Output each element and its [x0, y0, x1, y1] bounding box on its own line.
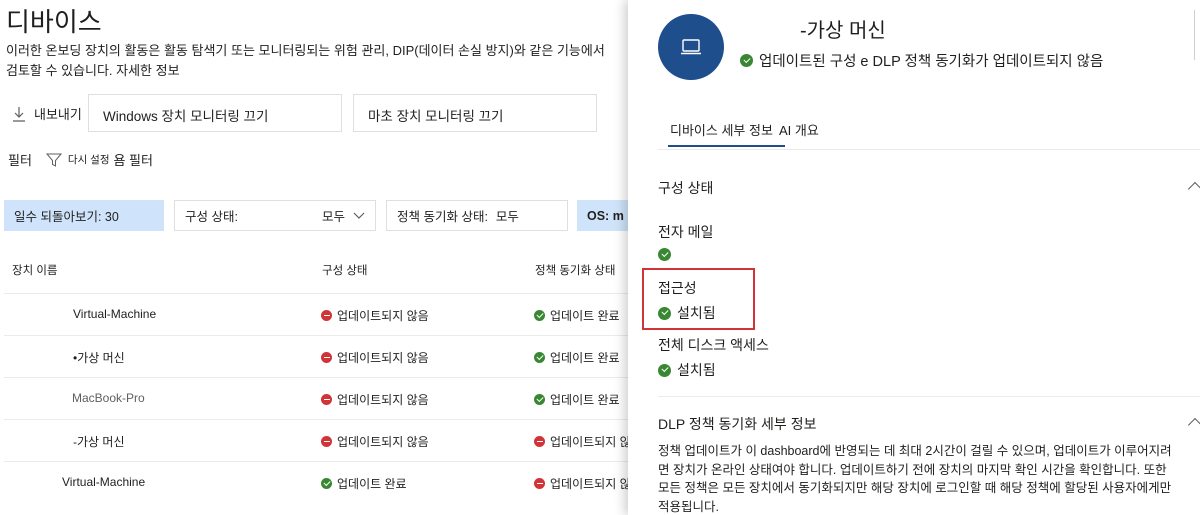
config-filter-label: 구성 상태:	[185, 210, 238, 224]
accessibility-label: 접근성	[658, 280, 697, 296]
success-icon	[321, 478, 332, 489]
device-name: MacBook-Pro	[72, 391, 145, 405]
accessibility-status: 설치됨	[658, 303, 716, 323]
all-filters-button[interactable]: 욤 필터	[113, 150, 153, 169]
command-bar: 내보내기 Windows 장치 모니터링 끄기 마초 장치 모니터링 끄기	[0, 92, 630, 134]
config-filter-value: 모두	[321, 210, 345, 224]
table-row[interactable]: -가상 머신 업데이트되지 않음 업데이트되지 않음	[4, 419, 642, 461]
panel-tabs: 디바이스 세부 정보 AI 개요	[658, 116, 1200, 150]
page-title: 디바이스	[6, 7, 102, 37]
device-name: -가상 머신	[73, 435, 125, 449]
panel-status-text: 업데이트된 구성 e DLP 정책 동기화가 업데이트되지 않음	[759, 54, 1104, 70]
disk-access-status: 설치됨	[658, 360, 716, 380]
column-header-config[interactable]: 구성 상태	[322, 262, 368, 278]
panel-scrollbar[interactable]	[1194, 10, 1200, 60]
dlp-sync-section-header[interactable]: DLP 정책 동기화 세부 정보	[658, 414, 1200, 434]
policy-sync-filter[interactable]: 정책 동기화 상태: 모두	[386, 200, 568, 231]
policy-status-cell: 업데이트 완료	[534, 391, 620, 408]
success-icon	[534, 352, 545, 363]
lookback-days-filter[interactable]: 일수 되돌아보기: 30	[4, 200, 164, 231]
success-icon	[534, 310, 545, 321]
reset-filters-button[interactable]: 다시 설정	[45, 152, 110, 168]
config-status-cell: 업데이트되지 않음	[321, 433, 429, 450]
policy-filter-value: 모두	[495, 210, 519, 224]
table-row[interactable]: Virtual-Machine 업데이트되지 않음 업데이트 완료	[4, 293, 630, 335]
disk-access-value: 설치됨	[677, 362, 716, 378]
filter-icon	[45, 153, 62, 167]
config-status-cell: 업데이트되지 않음	[321, 307, 429, 324]
email-label: 전자 메일	[658, 224, 714, 240]
config-status-text: 업데이트 완료	[337, 477, 407, 491]
accessibility-value: 설치됨	[677, 305, 716, 321]
windows-monitoring-off-button[interactable]: Windows 장치 모니터링 끄기	[88, 94, 342, 132]
config-status-cell: 업데이트 완료	[321, 475, 407, 492]
chevron-down-icon	[353, 212, 365, 219]
table-row[interactable]: MacBook-Pro 업데이트되지 않음 업데이트 완료	[4, 377, 630, 419]
mac-monitoring-off-button[interactable]: 마초 장치 모니터링 끄기	[353, 94, 597, 132]
device-name: •가상 머신	[73, 351, 125, 365]
page-description: 이러한 온보딩 장치의 활동은 활동 탐색기 또는 모니터링되는 위험 관리, …	[6, 41, 606, 81]
policy-status-text: 업데이트 완료	[550, 393, 620, 407]
panel-status: 업데이트된 구성 e DLP 정책 동기화가 업데이트되지 않음	[740, 50, 1103, 71]
config-section-title: 구성 상태	[658, 180, 714, 196]
config-status-text: 업데이트되지 않음	[337, 309, 429, 323]
policy-status-cell: 업데이트되지 않음	[534, 433, 642, 450]
disk-access-label: 전체 디스크 액세스	[658, 337, 769, 353]
config-status-cell: 업데이트되지 않음	[321, 391, 429, 408]
policy-filter-label: 정책 동기화 상태:	[397, 210, 488, 224]
device-avatar	[658, 14, 724, 80]
reset-label: 다시 설정	[67, 154, 110, 166]
export-button[interactable]: 내보내기	[12, 104, 82, 123]
policy-status-cell: 업데이트 완료	[534, 307, 620, 324]
email-status	[658, 248, 671, 261]
column-header-policy[interactable]: 정책 동기화 상태	[535, 262, 615, 278]
panel-title: -가상 머신	[800, 20, 886, 42]
success-icon	[658, 363, 671, 377]
tab-ai-overview[interactable]: AI 개요	[779, 120, 819, 139]
success-icon	[658, 306, 671, 320]
learn-more-link[interactable]: 자세한 정보	[116, 63, 179, 78]
policy-status-cell: 업데이트 완료	[534, 349, 620, 366]
config-status-text: 업데이트되지 않음	[337, 351, 429, 365]
success-icon	[658, 248, 671, 261]
chevron-up-icon	[1187, 181, 1200, 197]
error-icon	[321, 394, 332, 405]
tab-device-details[interactable]: 디바이스 세부 정보	[668, 120, 785, 147]
table-row[interactable]: Virtual-Machine 업데이트 완료 업데이트되지 않음	[4, 461, 642, 503]
filter-label: 필터	[8, 153, 32, 168]
error-icon	[321, 310, 332, 321]
config-status-text: 업데이트되지 않음	[337, 393, 429, 407]
device-name: Virtual-Machine	[62, 475, 146, 489]
policy-status-text: 업데이트 완료	[550, 351, 620, 365]
policy-status-cell: 업데이트되지 않음	[534, 475, 642, 492]
error-icon	[321, 436, 332, 447]
section-divider	[658, 396, 1200, 397]
dlp-section-title: DLP 정책 동기화 세부 정보	[658, 416, 817, 432]
success-icon	[740, 54, 753, 67]
config-status-cell: 업데이트되지 않음	[321, 349, 429, 366]
export-label: 내보내기	[34, 107, 82, 122]
error-icon	[534, 478, 545, 489]
laptop-icon	[681, 39, 701, 55]
download-icon	[13, 106, 25, 122]
device-name: Virtual-Machine	[73, 307, 157, 321]
page-description-text: 이러한 온보딩 장치의 활동은 활동 탐색기 또는 모니터링되는 위험 관리, …	[6, 43, 605, 78]
success-icon	[534, 394, 545, 405]
config-status-filter[interactable]: 구성 상태: 모두	[174, 200, 376, 231]
column-header-name[interactable]: 장치 이름	[12, 262, 58, 278]
config-status-section-header[interactable]: 구성 상태	[658, 178, 1200, 198]
table-row[interactable]: •가상 머신 업데이트되지 않음 업데이트 완료	[4, 335, 630, 377]
policy-status-text: 업데이트 완료	[550, 309, 620, 323]
error-icon	[321, 352, 332, 363]
chevron-up-icon	[1187, 417, 1200, 433]
config-status-text: 업데이트되지 않음	[337, 435, 429, 449]
device-details-panel: -가상 머신 업데이트된 구성 e DLP 정책 동기화가 업데이트되지 않음 …	[628, 0, 1200, 515]
filter-row: 필터 다시 설정 욤 필터	[8, 150, 153, 169]
error-icon	[534, 436, 545, 447]
dlp-sync-description: 정책 업데이트가 이 dashboard에 반영되는 데 최대 2시간이 걸릴 …	[658, 444, 1172, 514]
